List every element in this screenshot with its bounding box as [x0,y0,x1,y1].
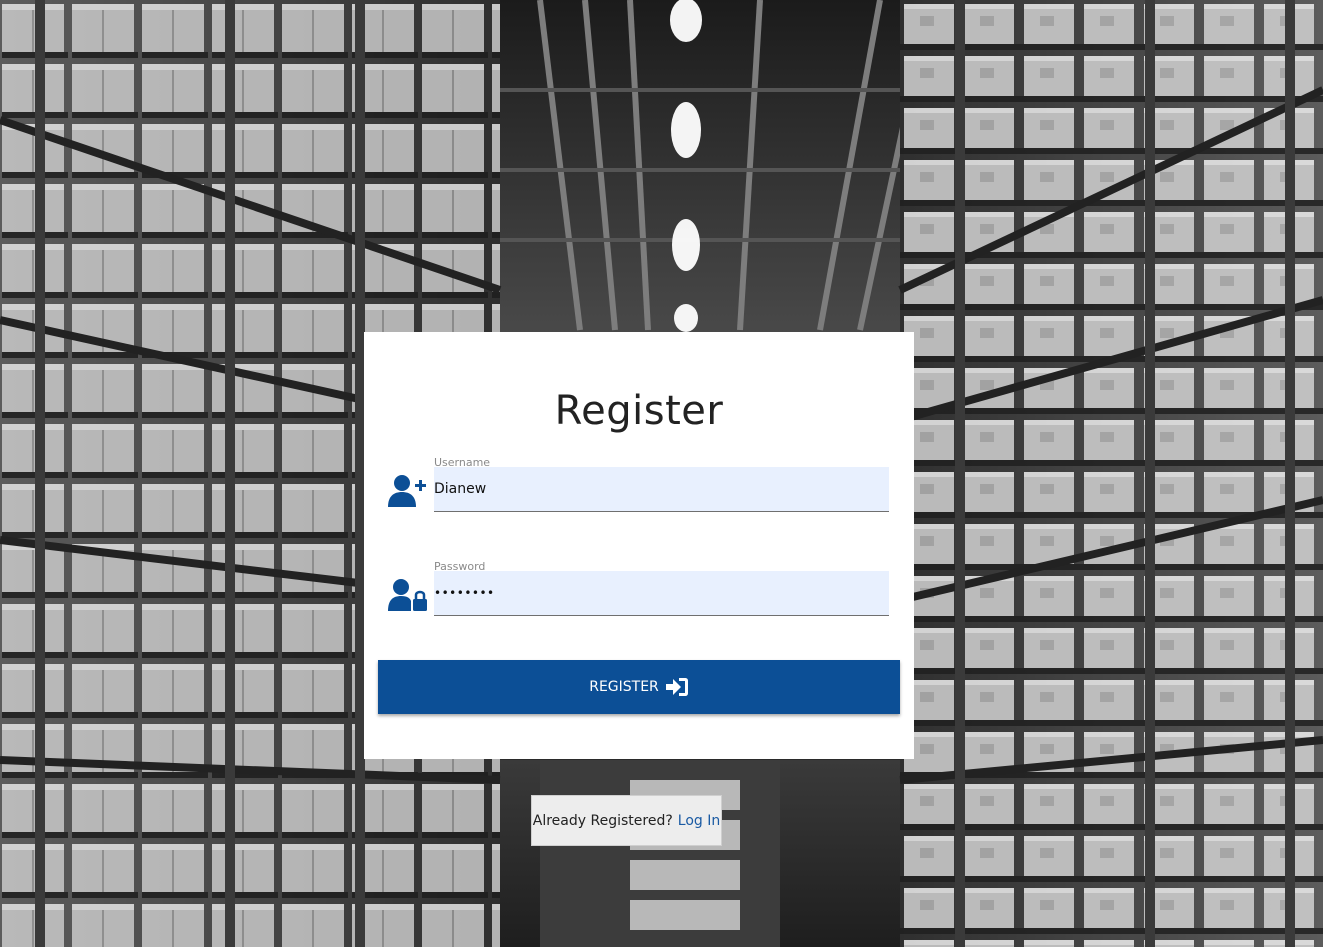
user-plus-icon [388,474,428,508]
already-registered-text: Already Registered? [532,812,673,829]
user-lock-icon [388,578,428,612]
username-row: Username [388,456,890,516]
register-button-label: REGISTER [589,679,659,695]
username-input[interactable] [434,467,889,512]
page-title: Register [554,388,724,434]
password-row: Password [388,560,890,620]
register-button[interactable]: REGISTER [378,660,900,714]
register-card: Register Username Password REGISTER [364,332,914,759]
login-link[interactable]: Log In [678,813,720,829]
password-input[interactable] [434,571,889,616]
login-prompt-box: Already Registered? Log In [531,795,722,846]
sign-in-icon [665,677,689,697]
